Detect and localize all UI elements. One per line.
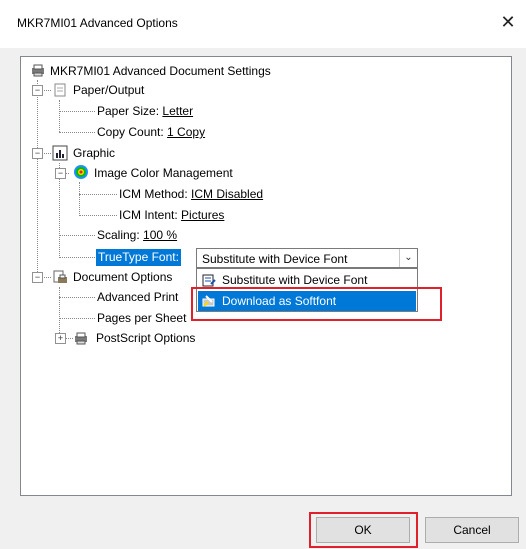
document-options-icon [52,269,68,285]
tree-item-document-options[interactable]: Document Options [73,268,172,286]
scaling-label: Scaling: [97,228,140,242]
tree-item-scaling[interactable]: Scaling: 100 % [97,226,177,244]
printer-icon [73,330,89,346]
tree-item-icm[interactable]: Image Color Management [94,164,233,182]
icm-method-label: ICM Method: [119,187,188,201]
tree-item-pages-per-sheet[interactable]: Pages per Sheet [97,309,186,327]
tree-line [79,182,80,216]
tree-item-icm-method[interactable]: ICM Method: ICM Disabled [119,185,263,203]
tree-line [59,132,95,133]
advanced-options-dialog: MKR7MI01 Advanced Options ✕ MKR7MI01 Adv… [0,0,526,549]
color-wheel-icon [73,164,89,180]
icm-intent-value[interactable]: Pictures [181,208,224,222]
paper-size-label: Paper Size: [97,104,160,118]
tree-item-copy-count[interactable]: Copy Count: 1 Copy [97,123,205,141]
tree-line [59,297,95,298]
tree-line [79,194,117,195]
copy-count-label: Copy Count: [97,125,164,139]
tree-root-label[interactable]: MKR7MI01 Advanced Document Settings [50,62,271,80]
collapse-icon[interactable]: − [32,148,43,159]
chevron-down-icon[interactable]: ⌄ [399,249,417,267]
icm-intent-label: ICM Intent: [119,208,178,222]
copy-count-value[interactable]: 1 Copy [167,125,205,139]
icm-method-value[interactable]: ICM Disabled [191,187,263,201]
tree-item-advanced-print[interactable]: Advanced Print [97,288,178,306]
tree-line [37,80,38,278]
title-bar: MKR7MI01 Advanced Options ✕ [0,0,526,48]
collapse-icon[interactable]: − [32,85,43,96]
tree-line [59,257,95,258]
collapse-icon[interactable]: − [32,272,43,283]
scaling-value[interactable]: 100 % [143,228,177,242]
tree-line [59,100,60,132]
tree-item-graphic[interactable]: Graphic [73,144,115,162]
close-icon[interactable]: ✕ [496,10,520,34]
tree-item-postscript-options[interactable]: PostScript Options [96,329,195,347]
expand-icon[interactable]: + [55,333,66,344]
window-title: MKR7MI01 Advanced Options [17,16,178,30]
truetype-font-selected: Substitute with Device Font [202,252,348,266]
collapse-icon[interactable]: − [55,168,66,179]
tree-line [59,318,95,319]
tree-line [79,215,117,216]
dropdown-option-label: Substitute with Device Font [222,273,368,287]
printer-icon [30,62,46,78]
annotation-highlight-softfont [191,287,442,321]
tree-line [59,235,95,236]
paper-icon [52,82,68,98]
tree-item-paper-size[interactable]: Paper Size: Letter [97,102,193,120]
truetype-font-select[interactable]: Substitute with Device Font ⌄ [196,248,418,268]
tree-line [59,287,60,339]
graphic-icon [52,145,68,161]
ok-button[interactable]: OK [316,517,410,543]
truetype-font-label[interactable]: TrueType Font: [96,249,181,266]
cancel-button[interactable]: Cancel [425,517,519,543]
tree-line [59,111,95,112]
paper-size-value[interactable]: Letter [162,104,193,118]
tree-item-paper-output[interactable]: Paper/Output [73,81,144,99]
font-substitute-icon [201,272,217,288]
tree-item-icm-intent[interactable]: ICM Intent: Pictures [119,206,224,224]
